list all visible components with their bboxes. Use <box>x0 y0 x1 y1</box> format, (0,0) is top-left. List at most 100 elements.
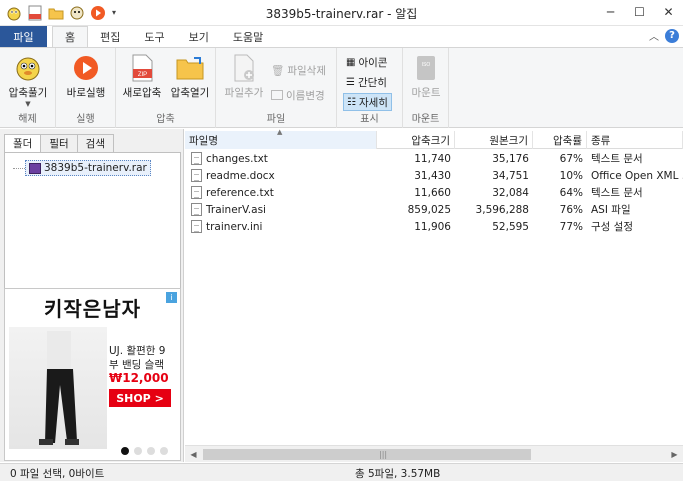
group-label-mount: 마운트 <box>411 114 440 125</box>
menu-right-controls: ︿ ? <box>649 28 679 43</box>
selection-status: 0 파일 선택, 0바이트 <box>10 468 105 480</box>
table-row[interactable]: TrainerV.asi 859,025 3,596,288 76% ASI 파… <box>185 201 683 218</box>
quick-run-button[interactable]: 바로실행 <box>62 53 110 100</box>
tree-connector <box>13 168 25 169</box>
ribbon-group-mount: ISO 마운트 마운트 <box>403 48 449 128</box>
mount-button[interactable]: ISO 마운트 <box>402 53 450 100</box>
details-view-icon: ☷ <box>347 96 356 108</box>
ad-info-icon[interactable]: i <box>166 292 177 303</box>
settings-file-icon <box>191 220 202 233</box>
svg-text:ISO: ISO <box>422 62 431 68</box>
text-file-icon <box>191 152 202 165</box>
window-controls: ─ ☐ ✕ <box>596 0 683 24</box>
left-pane-tabs: 폴더 필터 검색 <box>4 134 114 152</box>
add-file-icon <box>229 53 259 83</box>
scroll-right-icon[interactable]: ▶ <box>666 446 683 463</box>
svg-text:ZIP: ZIP <box>138 72 147 78</box>
column-header-type[interactable]: 종류 <box>587 131 683 149</box>
table-row[interactable]: changes.txt 11,740 35,176 67% 텍스트 문서 <box>185 150 683 167</box>
ad-shop-button[interactable]: SHOP > <box>109 389 171 407</box>
minimize-icon[interactable]: ─ <box>596 0 625 24</box>
ad-title: 키작은남자 <box>44 297 141 321</box>
new-archive-button[interactable]: ZIP 새로압축 <box>118 53 166 100</box>
file-list-header: ▲ 파일명 압축크기 원본크기 압축률 종류 <box>185 128 683 149</box>
text-file-icon <box>191 186 202 199</box>
carousel-dot[interactable] <box>147 447 155 455</box>
tab-search[interactable]: 검색 <box>76 134 114 152</box>
iso-icon: ISO <box>411 53 441 83</box>
view-icons-button[interactable]: ▦ 아이콘 <box>346 53 387 71</box>
file-list: ▲ 파일명 압축크기 원본크기 압축률 종류 changes.txt 11,74… <box>185 128 683 462</box>
tab-view[interactable]: 보기 <box>177 26 221 47</box>
ad-product-image <box>9 327 107 449</box>
document-file-icon <box>191 169 202 182</box>
grid-view-icon: ▦ <box>346 56 356 68</box>
group-label-file: 파일 <box>266 114 286 125</box>
file-menu-button[interactable]: 파일 <box>0 26 47 47</box>
horizontal-scrollbar[interactable]: ◀ ||| ▶ <box>185 445 683 462</box>
open-archive-button[interactable]: 압축열기 <box>166 53 214 100</box>
window-title: 3839b5-trainerv.rar - 알집 <box>265 7 418 21</box>
ribbon-tabs: 홈 편집 도구 보기 도움말 <box>52 26 275 47</box>
ribbon-group-display: ▦ 아이콘 ☰ 간단히 ☷ 자세히 표시 <box>337 48 403 128</box>
table-row[interactable]: trainerv.ini 11,906 52,595 77% 구성 설정 <box>185 218 683 235</box>
table-row[interactable]: readme.docx 31,430 34,751 10% Office Ope… <box>185 167 683 184</box>
column-header-original-size[interactable]: 원본크기 <box>455 131 533 149</box>
generic-file-icon <box>191 203 202 216</box>
column-header-ratio[interactable]: 압축률 <box>533 131 587 149</box>
trash-icon: 🗑 <box>271 64 285 77</box>
chevron-down-icon: ▼ <box>25 100 31 108</box>
group-label-run: 실행 <box>76 114 95 125</box>
carousel-dot[interactable] <box>134 447 142 455</box>
menu-bar: 파일 홈 편집 도구 보기 도움말 ︿ ? <box>0 26 683 47</box>
zip-file-icon: ZIP <box>127 53 157 83</box>
ad-carousel-dots <box>121 447 168 455</box>
tab-edit[interactable]: 편집 <box>88 26 132 47</box>
scroll-left-icon[interactable]: ◀ <box>185 446 202 463</box>
ribbon: 압축풀기 ▼ 해제 바로실행 실행 ZIP 새로압축 압축열기 압축 파일추가 … <box>0 47 683 128</box>
group-label-extract: 해제 <box>18 114 37 125</box>
extract-button[interactable]: 압축풀기 ▼ <box>4 53 52 108</box>
add-file-button[interactable]: 파일추가 <box>220 53 268 100</box>
tab-tools[interactable]: 도구 <box>132 26 176 47</box>
help-icon[interactable]: ? <box>665 28 679 43</box>
tab-home[interactable]: 홈 <box>52 26 89 47</box>
play-icon <box>71 53 101 83</box>
ribbon-group-file: 파일추가 🗑 파일삭제 이름변경 파일 <box>216 48 337 128</box>
table-row[interactable]: reference.txt 11,660 32,084 64% 텍스트 문서 <box>185 184 683 201</box>
grip-icon: ||| <box>379 450 388 459</box>
rename-icon <box>271 90 283 100</box>
column-header-name[interactable]: ▲ 파일명 <box>185 128 377 149</box>
tab-help[interactable]: 도움말 <box>221 26 275 47</box>
column-header-packed-size[interactable]: 압축크기 <box>377 131 455 149</box>
carousel-dot[interactable] <box>160 447 168 455</box>
rename-file-button[interactable]: 이름변경 <box>271 86 325 104</box>
status-bar: 0 파일 선택, 0바이트 총 5파일, 3.57MB <box>0 463 683 481</box>
maximize-icon[interactable]: ☐ <box>625 0 654 24</box>
unzip-mascot-icon <box>13 53 43 83</box>
folder-open-icon <box>175 53 205 83</box>
ribbon-group-extract: 압축풀기 ▼ 해제 <box>0 48 56 128</box>
delete-file-button[interactable]: 🗑 파일삭제 <box>271 61 326 79</box>
tab-folder[interactable]: 폴더 <box>4 134 42 152</box>
scrollbar-thumb[interactable]: ||| <box>203 449 531 460</box>
sort-ascending-icon: ▲ <box>277 128 283 136</box>
view-simple-button[interactable]: ☰ 간단히 <box>346 73 387 91</box>
close-icon[interactable]: ✕ <box>654 0 683 24</box>
title-bar: ▾ 3839b5-trainerv.rar - 알집 ─ ☐ ✕ <box>0 0 683 26</box>
tree-node-archive-root[interactable]: 3839b5-trainerv.rar <box>25 160 151 176</box>
view-details-button[interactable]: ☷ 자세히 <box>343 93 392 111</box>
ad-price: ₩12,000 <box>109 371 169 385</box>
collapse-ribbon-icon[interactable]: ︿ <box>649 28 659 43</box>
group-label-compress: 압축 <box>156 114 175 125</box>
advertisement-banner[interactable]: 키작은남자 i UJ. 활편한 9 부 밴딩 슬랙 ₩12,000 SHOP > <box>4 288 181 461</box>
carousel-dot[interactable] <box>121 447 129 455</box>
ad-description: UJ. 활편한 9 부 밴딩 슬랙 <box>109 345 166 371</box>
ribbon-group-run: 바로실행 실행 <box>56 48 116 128</box>
list-view-icon: ☰ <box>346 76 355 88</box>
rar-archive-icon <box>29 162 41 174</box>
tab-filter[interactable]: 필터 <box>40 134 78 152</box>
group-label-display: 표시 <box>360 114 379 125</box>
archive-total-status: 총 5파일, 3.57MB <box>355 468 441 480</box>
ribbon-group-compress: ZIP 새로압축 압축열기 압축 <box>116 48 216 128</box>
